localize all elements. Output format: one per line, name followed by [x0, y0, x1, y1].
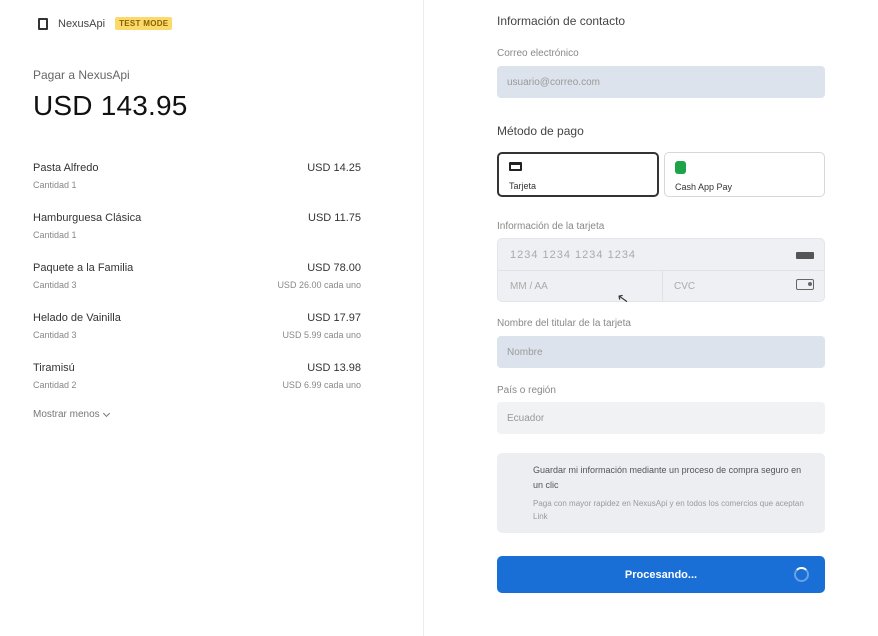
card-info-label: Información de la tarjeta [497, 221, 605, 232]
item-quantity: Cantidad 1 [33, 230, 77, 240]
item-name: Helado de Vainilla [33, 312, 121, 324]
country-label: País o región [497, 385, 556, 396]
divider [498, 270, 824, 271]
cvc-icon [796, 279, 814, 290]
test-mode-badge: TEST MODE [115, 17, 173, 30]
order-summary-panel: NexusApi TEST MODE Pagar a NexusApi USD … [0, 0, 424, 636]
item-price: USD 17.97 [307, 312, 361, 324]
payment-method-heading: Método de pago [497, 124, 584, 138]
card-brand-icon [796, 252, 814, 259]
item-quantity: Cantidad 3 [33, 280, 77, 290]
save-info-description: Paga con mayor rapidez en NexusApi y en … [533, 499, 804, 521]
save-info-option[interactable]: Guardar mi información mediante un proce… [497, 453, 825, 533]
item-name: Tiramisú [33, 362, 75, 374]
item-unit-price: USD 26.00 cada uno [277, 280, 361, 290]
card-icon [509, 162, 522, 171]
email-label: Correo electrónico [497, 48, 579, 59]
email-field[interactable]: usuario@correo.com [497, 66, 825, 98]
item-price: USD 78.00 [307, 262, 361, 274]
back-icon[interactable] [38, 17, 48, 30]
line-item: Paquete a la Familia Cantidad 3 USD 78.0… [33, 260, 361, 310]
cash-app-icon [675, 161, 686, 174]
item-quantity: Cantidad 3 [33, 330, 77, 340]
total-amount: USD 143.95 [33, 90, 188, 121]
payment-method-cash-app[interactable]: Cash App Pay [664, 152, 825, 197]
card-input-group: 1234 1234 1234 1234 MM / AA CVC [497, 238, 825, 302]
line-item: Helado de Vainilla Cantidad 3 USD 17.97 … [33, 310, 361, 360]
contact-heading: Información de contacto [497, 14, 626, 28]
merchant-header: NexusApi TEST MODE [38, 17, 173, 30]
item-quantity: Cantidad 2 [33, 380, 77, 390]
item-unit-price: USD 6.99 cada uno [282, 380, 361, 390]
payment-form-panel: Información de contacto Correo electróni… [425, 0, 878, 636]
cardholder-name-field[interactable]: Nombre [497, 336, 825, 368]
line-item: Tiramisú Cantidad 2 USD 13.98 USD 6.99 c… [33, 360, 361, 410]
line-item: Hamburguesa Clásica Cantidad 1 USD 11.75 [33, 210, 361, 260]
item-quantity: Cantidad 1 [33, 180, 77, 190]
loading-spinner-icon [794, 567, 809, 582]
cardholder-label: Nombre del titular de la tarjeta [497, 318, 631, 329]
country-select[interactable]: Ecuador [497, 402, 825, 434]
item-price: USD 11.75 [308, 212, 361, 224]
item-price: USD 14.25 [307, 162, 361, 174]
save-info-title: Guardar mi información mediante un proce… [533, 465, 802, 490]
card-expiry-field[interactable]: MM / AA [510, 281, 548, 292]
item-name: Pasta Alfredo [33, 162, 99, 174]
item-name: Paquete a la Familia [33, 262, 134, 274]
merchant-name: NexusApi [58, 17, 106, 30]
show-less-toggle[interactable]: Mostrar menos [33, 409, 110, 420]
item-name: Hamburguesa Clásica [33, 212, 142, 224]
item-price: USD 13.98 [307, 362, 361, 374]
payment-method-label: Cash App Pay [675, 182, 733, 192]
payment-method-card[interactable]: Tarjeta [497, 152, 659, 197]
pay-to-label: Pagar a NexusApi [33, 68, 130, 82]
pay-button-label: Procesando... [624, 568, 698, 581]
show-less-label: Mostrar menos [33, 409, 100, 420]
card-number-field[interactable]: 1234 1234 1234 1234 [510, 249, 636, 261]
item-unit-price: USD 5.99 cada uno [282, 330, 361, 340]
divider [662, 270, 663, 301]
chevron-up-icon [102, 409, 110, 417]
line-item: Pasta Alfredo Cantidad 1 USD 14.25 [33, 160, 361, 210]
line-items: Pasta Alfredo Cantidad 1 USD 14.25 Hambu… [33, 160, 361, 410]
card-cvc-field[interactable]: CVC [674, 281, 695, 292]
payment-method-label: Tarjeta [509, 181, 537, 191]
pay-button[interactable]: Procesando... [497, 556, 825, 593]
